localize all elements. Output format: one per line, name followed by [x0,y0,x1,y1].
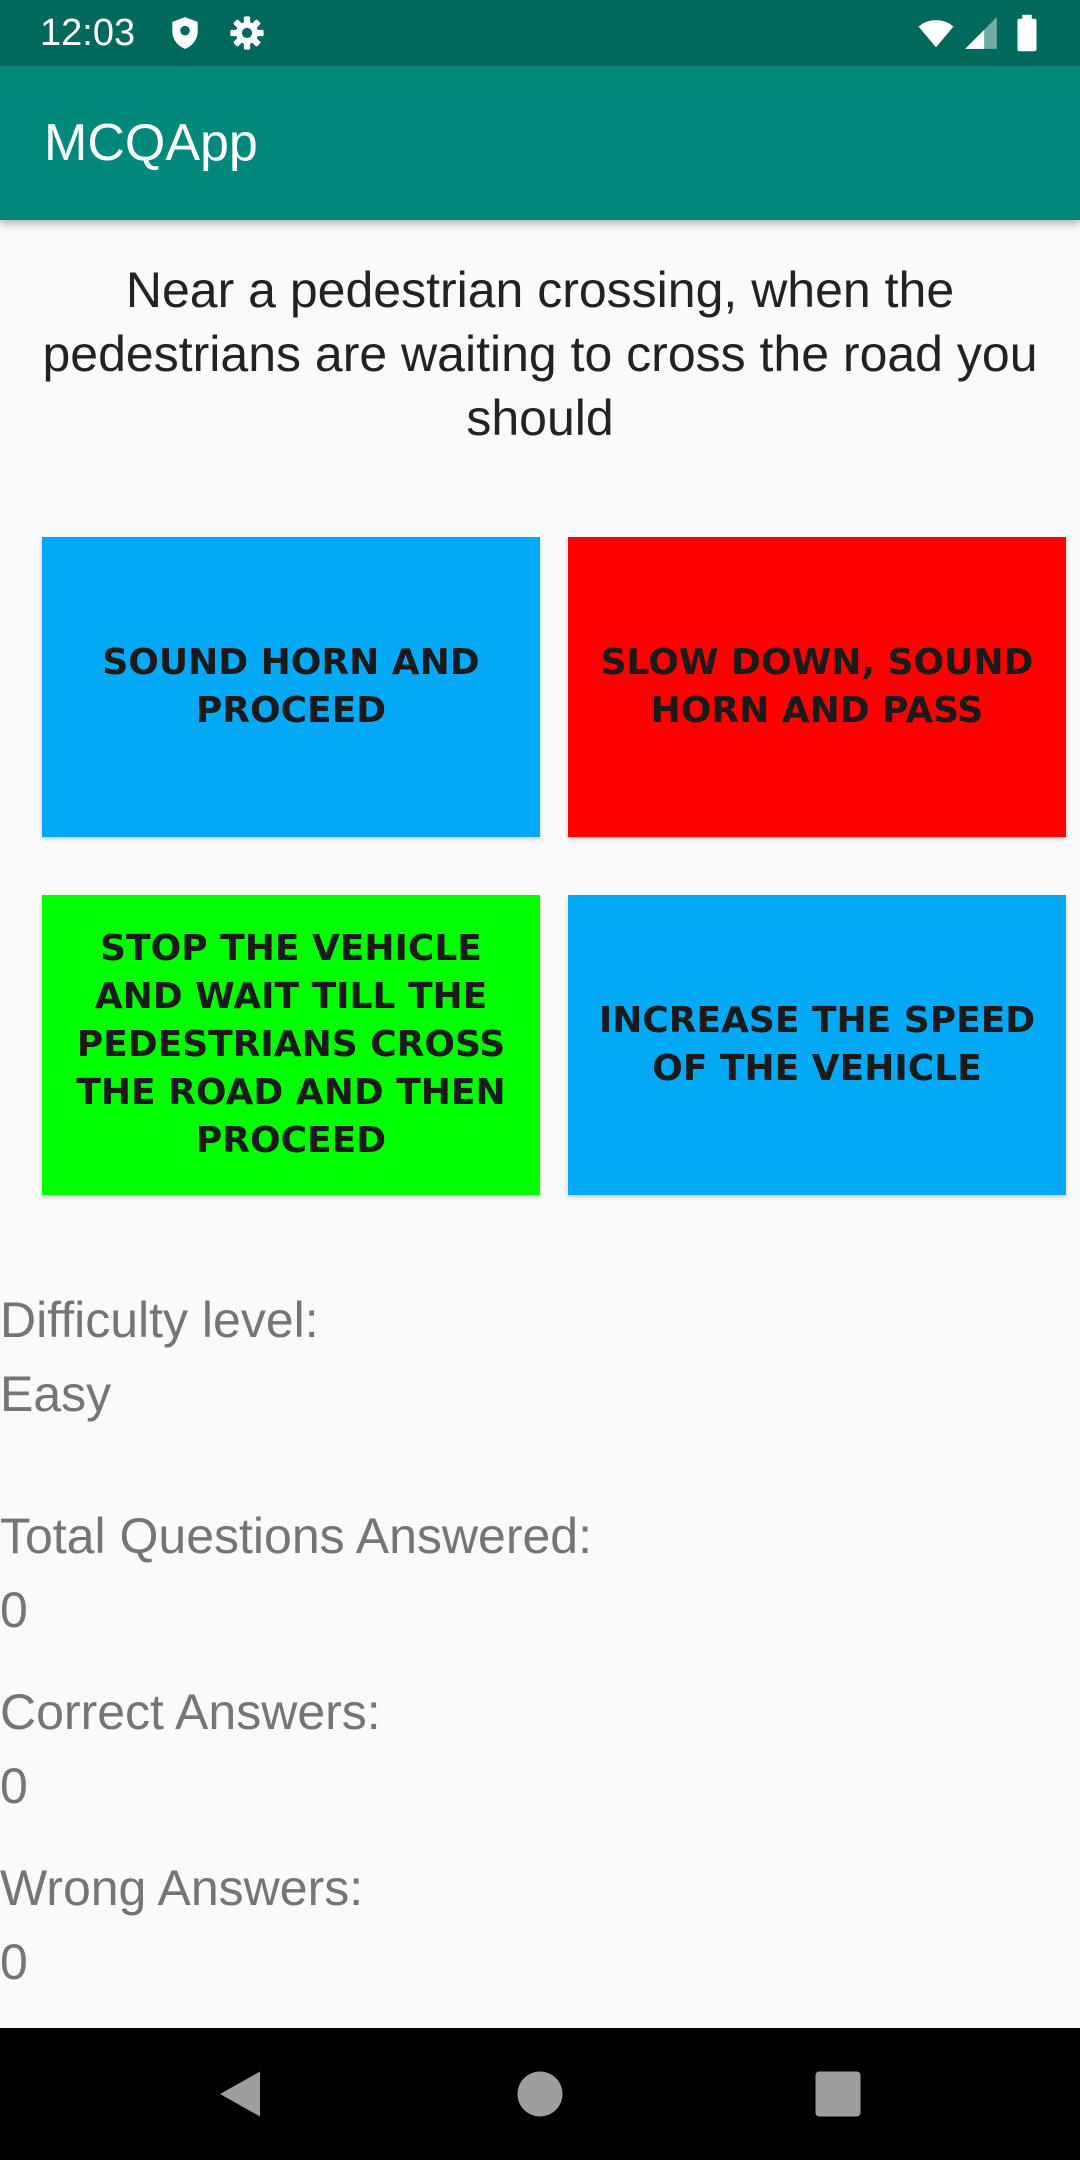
back-icon[interactable] [210,2064,270,2124]
total-answered-label: Total Questions Answered: [0,1508,592,1564]
correct-answers-value: 0 [0,1758,28,1814]
difficulty-value: Easy [0,1366,112,1422]
correct-answers-label: Correct Answers: [0,1684,381,1740]
wifi-icon [914,14,958,52]
answer-option-4[interactable]: INCREASE THE SPEED OF THE VEHICLE [568,895,1066,1195]
recents-icon[interactable] [808,2064,868,2124]
wrong-answers-value: 0 [0,1934,28,1990]
question-text: Near a pedestrian crossing, when the ped… [42,262,1038,446]
total-answered-value: 0 [0,1582,28,1638]
battery-icon [1010,14,1044,52]
app-title: MCQApp [44,114,258,172]
navigation-bar [0,2028,1080,2160]
difficulty-label: Difficulty level: [0,1292,319,1348]
status-bar: 12:03 [0,0,1080,66]
answer-option-2[interactable]: SLOW DOWN, SOUND HORN AND PASS [568,537,1066,837]
status-time: 12:03 [40,12,136,54]
gear-icon [228,14,266,52]
shield-icon [166,14,204,52]
cellular-signal-icon [962,14,1000,52]
answer-option-1[interactable]: SOUND HORN AND PROCEED [42,537,540,837]
home-icon[interactable] [510,2064,570,2124]
answer-option-3[interactable]: STOP THE VEHICLE AND WAIT TILL THE PEDES… [42,895,540,1195]
wrong-answers-label: Wrong Answers: [0,1860,364,1916]
app-bar: MCQApp [0,66,1080,220]
